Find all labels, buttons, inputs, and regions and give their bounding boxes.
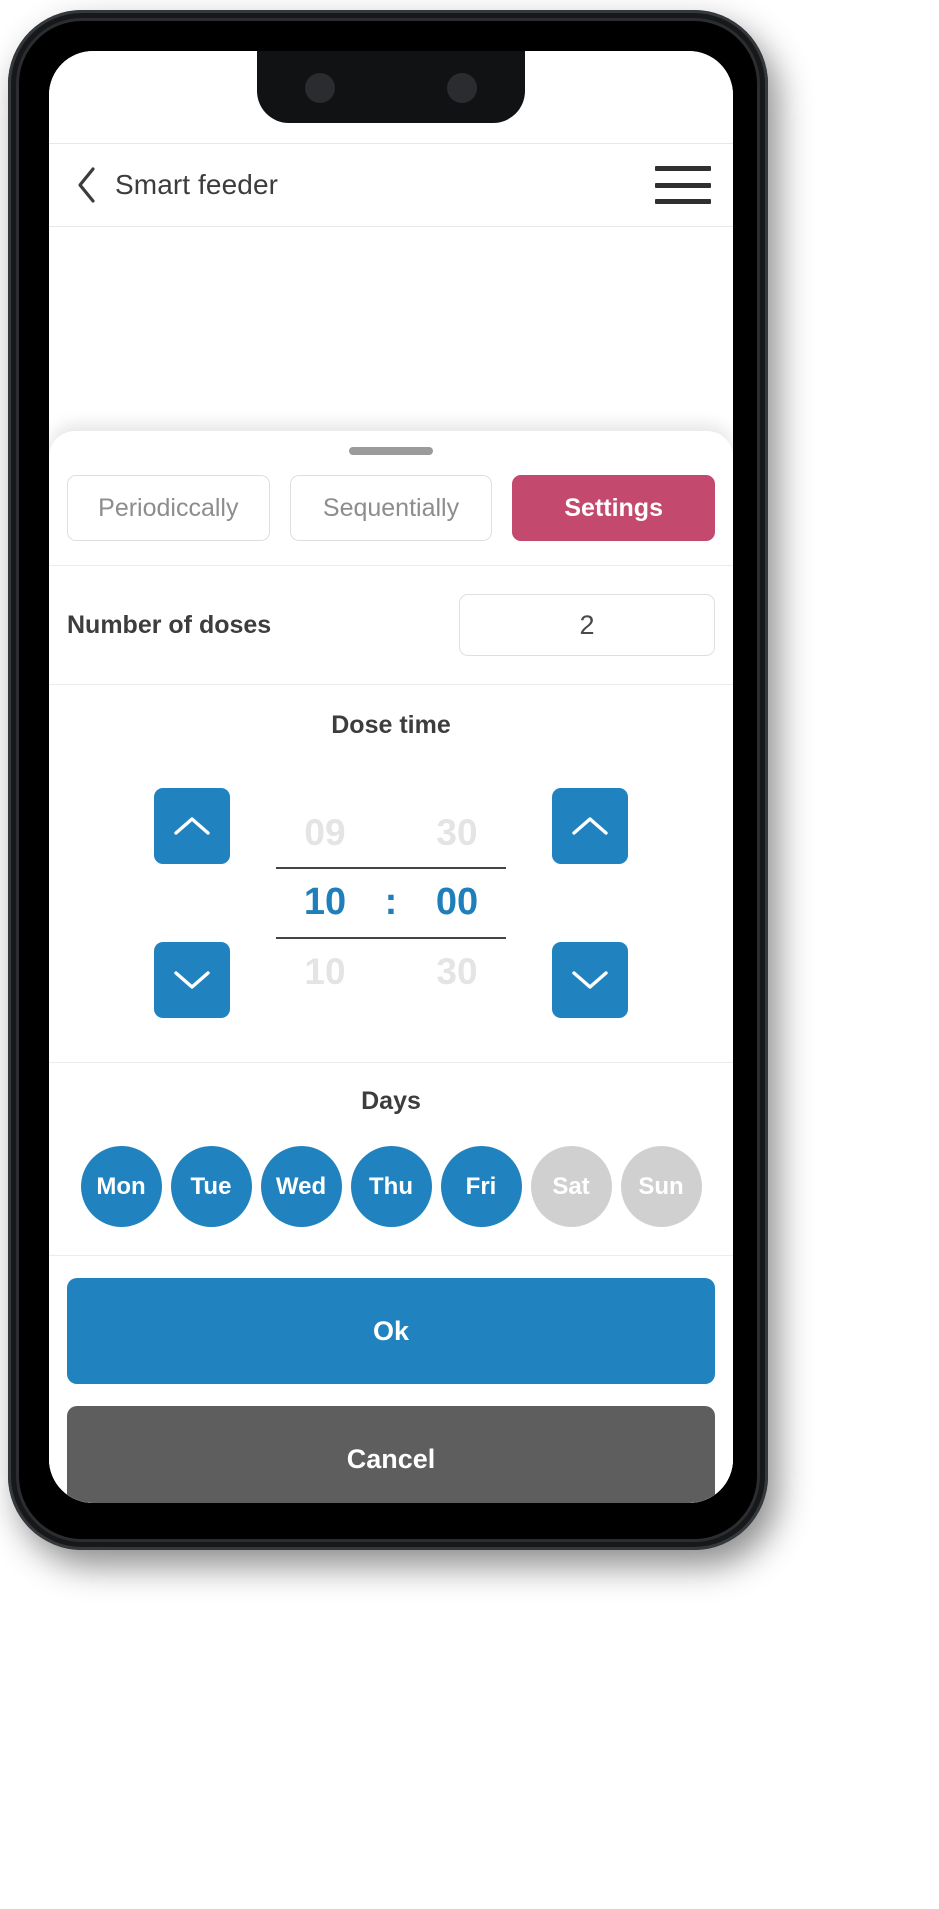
day-chip-fri-label: Fri [465, 1172, 497, 1200]
day-chip-sat[interactable]: Sat [530, 1146, 612, 1227]
hamburger-line-2 [655, 182, 711, 188]
day-chip-mon[interactable]: Mon [80, 1146, 162, 1227]
number-of-doses-label: Number of doses [67, 610, 272, 639]
cancel-button-label: Cancel [346, 1443, 436, 1474]
camera-dot-left [305, 73, 335, 103]
days-selector: Mon Tue Wed Thu Fri Sat Sun [49, 1146, 733, 1227]
day-chip-thu-label: Thu [369, 1172, 413, 1200]
tab-sequentially[interactable]: Sequentially [289, 475, 493, 541]
time-colon-separator: : [384, 881, 398, 924]
phone-screen: Smart feeder Periodiccally Sequentially … [49, 51, 733, 1503]
sheet-drag-handle[interactable] [349, 447, 433, 455]
cancel-button[interactable]: Cancel [67, 1406, 715, 1503]
hour-value[interactable]: 10 [304, 881, 346, 923]
day-chip-tue-label: Tue [190, 1172, 232, 1200]
minute-previous-value: 30 [436, 812, 478, 854]
day-chip-sun-label: Sun [638, 1172, 684, 1200]
phone-frame: Smart feeder Periodiccally Sequentially … [8, 10, 768, 1550]
chevron-down-icon [572, 971, 608, 989]
tab-periodically[interactable]: Periodiccally [67, 475, 270, 541]
hour-increment-button[interactable] [154, 788, 230, 864]
tab-sequentially-label: Sequentially [322, 493, 460, 522]
time-preview-below: 10 30 [276, 950, 506, 992]
hour-stepper [154, 788, 230, 1018]
chevron-left-icon[interactable] [71, 164, 101, 206]
days-section: Days Mon Tue Wed Thu Fri Sat Sun [49, 1063, 733, 1256]
time-divider-bottom [276, 936, 506, 939]
chevron-down-icon [174, 971, 210, 989]
minute-value[interactable]: 00 [436, 881, 478, 923]
day-chip-thu[interactable]: Thu [350, 1146, 432, 1227]
chevron-up-icon [572, 817, 608, 835]
hamburger-menu-icon[interactable] [655, 162, 711, 208]
day-chip-wed-label: Wed [275, 1172, 327, 1200]
minute-next-value: 30 [436, 950, 478, 992]
tab-bar: Periodiccally Sequentially Settings [49, 455, 733, 566]
chevron-up-icon [174, 817, 210, 835]
ok-button-label: Ok [372, 1315, 410, 1346]
minute-stepper [552, 788, 628, 1018]
hour-previous-value: 09 [304, 812, 346, 854]
number-of-doses-row: Number of doses 2 [49, 566, 733, 685]
tab-settings[interactable]: Settings [512, 475, 716, 541]
day-chip-fri[interactable]: Fri [440, 1146, 522, 1227]
page-title: Smart feeder [115, 169, 279, 200]
app-header: Smart feeder [49, 143, 733, 227]
time-selected-row: 10 : 00 [276, 881, 506, 924]
hour-next-value: 10 [304, 950, 346, 992]
minute-decrement-button[interactable] [552, 942, 628, 1018]
action-bar: Ok Cancel [49, 1256, 733, 1503]
bottom-sheet: Periodiccally Sequentially Settings Numb… [49, 431, 733, 1503]
hour-decrement-button[interactable] [154, 942, 230, 1018]
screenshot-root: Smart feeder Periodiccally Sequentially … [0, 0, 939, 1909]
camera-dot-right [447, 73, 477, 103]
dose-time-title: Dose time [331, 711, 451, 739]
tab-settings-label: Settings [564, 493, 663, 522]
dose-time-section: Dose time 09 30 10: 00 10 30 [49, 685, 733, 1063]
phone-notch [257, 51, 525, 123]
minute-increment-button[interactable] [552, 788, 628, 864]
number-of-doses-value: 2 [579, 609, 595, 640]
time-divider-top [276, 867, 506, 870]
hamburger-line-1 [655, 166, 711, 171]
day-chip-sun[interactable]: Sun [620, 1146, 702, 1227]
number-of-doses-input[interactable]: 2 [459, 594, 715, 656]
day-chip-mon-label: Mon [96, 1172, 146, 1200]
page-body-blank [49, 227, 733, 433]
time-values-column: 09 30 10: 00 10 30 [276, 812, 506, 992]
phone-bezel: Smart feeder Periodiccally Sequentially … [16, 18, 760, 1542]
time-preview-above: 09 30 [276, 812, 506, 854]
hamburger-line-3 [655, 199, 711, 204]
app-content: Smart feeder Periodiccally Sequentially … [49, 51, 733, 1503]
tab-periodically-label: Periodiccally [98, 493, 239, 522]
time-picker: 09 30 10: 00 10 30 [49, 774, 733, 1032]
days-title: Days [361, 1087, 421, 1115]
day-chip-wed[interactable]: Wed [260, 1146, 342, 1227]
ok-button[interactable]: Ok [67, 1278, 715, 1384]
day-chip-tue[interactable]: Tue [170, 1146, 252, 1227]
day-chip-sat-label: Sat [552, 1172, 590, 1200]
